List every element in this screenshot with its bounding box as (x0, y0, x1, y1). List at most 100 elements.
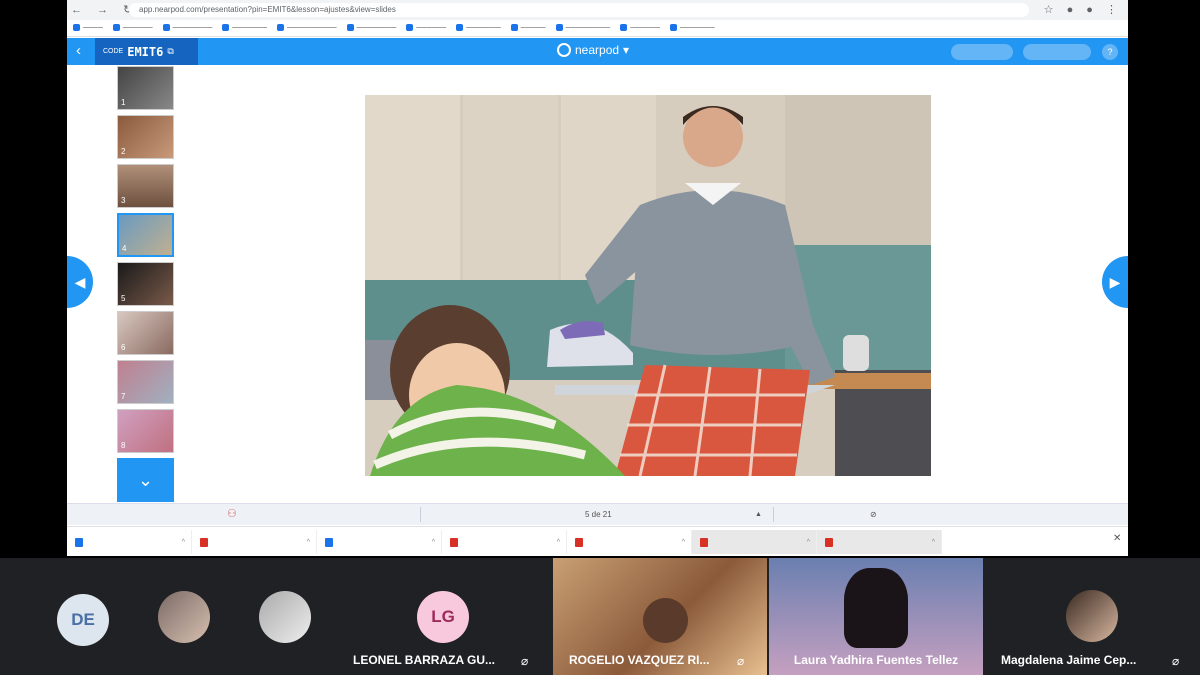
status-divider (420, 507, 421, 522)
bookmark-item[interactable]: ─────── (456, 24, 501, 32)
chevron-up-icon: ^ (306, 538, 310, 546)
downloads-bar: ^ ^ ^ ^ ^ ^ ^ ✕ (67, 526, 1128, 556)
chevron-down-icon: ▾ (623, 43, 630, 57)
bookmark-item[interactable]: ───────── (555, 24, 610, 32)
nearpod-logo[interactable]: nearpod ▾ (557, 43, 629, 57)
thumbnail-number: 8 (121, 441, 126, 450)
mic-off-icon: ⌀ (1172, 654, 1180, 668)
bookmark-item[interactable]: ────── (620, 24, 660, 32)
pdf-file-icon (700, 537, 708, 547)
nearpod-toolbar: ‹ CODE EMIT6 ⧉ nearpod ▾ ? (67, 38, 1128, 65)
slide-thumbnail-selected[interactable]: 4 (117, 213, 174, 257)
toolbar-button-left[interactable] (951, 44, 1013, 60)
mic-off-icon: ⌀ (521, 654, 529, 668)
slide-thumbnail[interactable]: 1 (117, 66, 174, 110)
bookmark-icon (112, 24, 120, 32)
bookmark-item[interactable]: ────────── (277, 24, 337, 32)
nearpod-logo-text: nearpod (575, 43, 620, 57)
bookmark-item[interactable]: ─────── (670, 24, 715, 32)
bookmark-icon (162, 24, 170, 32)
bookmark-item[interactable]: ──── (73, 24, 103, 32)
bookmark-icon (620, 24, 628, 32)
next-slide-button[interactable]: ▶ (1102, 256, 1128, 308)
thumbnail-number: 7 (121, 392, 126, 401)
browser-extension-icons[interactable]: ☆ ● ● ⋮ (1044, 3, 1122, 16)
bookmark-icon (670, 24, 678, 32)
thumbnail-number: 5 (121, 294, 126, 303)
address-bar[interactable]: app.nearpod.com/presentation?pin=EMIT6&l… (129, 3, 1029, 17)
bookmark-item[interactable]: ──────── (162, 24, 212, 32)
bookmark-icon (73, 24, 80, 32)
hide-names-toggle-icon[interactable]: ⊘ (870, 504, 877, 525)
session-code: EMIT6 (127, 44, 164, 59)
slide-thumbnail[interactable]: 8 (117, 409, 174, 453)
chevron-up-icon: ^ (431, 538, 435, 546)
chevron-up-icon: ^ (806, 538, 810, 546)
slide-counter: 5 de 21 (585, 510, 612, 519)
bookmark-item[interactable]: ──────── (346, 24, 396, 32)
chevron-up-icon: ^ (931, 538, 935, 546)
download-item[interactable]: ^ (567, 530, 692, 554)
thumbnails-scroll-down[interactable]: ⌄ (117, 458, 174, 502)
thumbnail-number: 6 (121, 343, 126, 352)
thumbnail-number: 2 (121, 147, 126, 156)
avatar (158, 591, 210, 643)
download-item[interactable]: ^ (317, 530, 442, 554)
thumbnail-number: 1 (121, 98, 126, 107)
slide-thumbnail[interactable]: 3 (117, 164, 174, 208)
bookmarks-bar: ──── ────── ──────── ─────── ────────── … (67, 20, 1128, 37)
close-icon[interactable]: ✕ (1113, 533, 1121, 544)
download-item[interactable]: ^ (192, 530, 317, 554)
bookmark-icon (406, 24, 414, 32)
download-item[interactable]: ^ (67, 530, 192, 554)
bookmark-icon (555, 24, 563, 32)
chevron-up-icon: ^ (681, 538, 685, 546)
bookmark-item[interactable]: ────── (406, 24, 446, 32)
bookmark-icon (222, 24, 230, 32)
triangle-right-icon: ▶ (1109, 274, 1121, 290)
meet-participant-strip: DE LG LEONEL BARRAZA GU... ⌀ ROGELIO VAZ… (0, 558, 1200, 675)
download-item[interactable]: ^ (692, 530, 817, 554)
avatar (259, 591, 311, 643)
nearpod-logo-icon (557, 43, 571, 57)
code-label: CODE (103, 48, 124, 55)
chevron-up-icon: ^ (556, 538, 560, 546)
browser-toolbar: ← → ↻ ⌂ app.nearpod.com/presentation?pin… (67, 0, 1128, 20)
download-item[interactable]: ^ (817, 530, 942, 554)
bookmark-icon (456, 24, 464, 32)
avatar (1066, 590, 1118, 642)
participant-tile[interactable]: Magdalena Jaime Cep... ⌀ (985, 558, 1200, 675)
help-icon[interactable]: ? (1102, 44, 1118, 60)
download-item[interactable]: ^ (442, 530, 567, 554)
previous-slide-button[interactable]: ◀ (67, 256, 93, 308)
bookmark-item[interactable]: ─────── (222, 24, 267, 32)
back-arrow-icon[interactable]: ‹ (76, 42, 81, 59)
file-icon (200, 537, 208, 547)
triangle-left-icon: ◀ (74, 274, 86, 290)
participant-tile[interactable]: LG LEONEL BARRAZA GU... ⌀ (337, 558, 551, 675)
slide-thumbnail[interactable]: 7 (117, 360, 174, 404)
slide-thumbnail[interactable]: 6 (117, 311, 174, 355)
mic-off-icon: ⌀ (737, 654, 745, 668)
participant-video-tile[interactable]: Laura Yadhira Fuentes Tellez (769, 558, 983, 675)
status-divider (773, 507, 774, 522)
chevron-up-icon: ^ (181, 538, 185, 546)
participant-video (844, 568, 908, 648)
bookmark-icon (346, 24, 354, 32)
bookmark-icon (277, 24, 285, 32)
session-code-box[interactable]: CODE EMIT6 ⧉ (95, 38, 198, 65)
participant-name: Laura Yadhira Fuentes Tellez (793, 653, 959, 667)
slide-thumbnail[interactable]: 2 (117, 115, 174, 159)
triangle-up-icon[interactable]: ▲ (755, 504, 762, 525)
thumbnail-number: 3 (121, 196, 126, 205)
external-link-icon: ⧉ (167, 46, 174, 56)
bookmark-item[interactable]: ────── (112, 24, 153, 32)
file-icon (450, 537, 458, 547)
bookmark-item[interactable]: ───── (510, 24, 546, 32)
slide-thumbnail[interactable]: 5 (117, 262, 174, 306)
add-activity-button[interactable] (1023, 44, 1091, 60)
shared-screen: ← → ↻ ⌂ app.nearpod.com/presentation?pin… (67, 0, 1128, 556)
participant-tile-group[interactable]: DE (0, 558, 335, 675)
students-icon[interactable]: ⚇ (227, 504, 237, 525)
participant-video-tile[interactable]: ROGELIO VAZQUEZ RI... ⌀ (553, 558, 767, 675)
